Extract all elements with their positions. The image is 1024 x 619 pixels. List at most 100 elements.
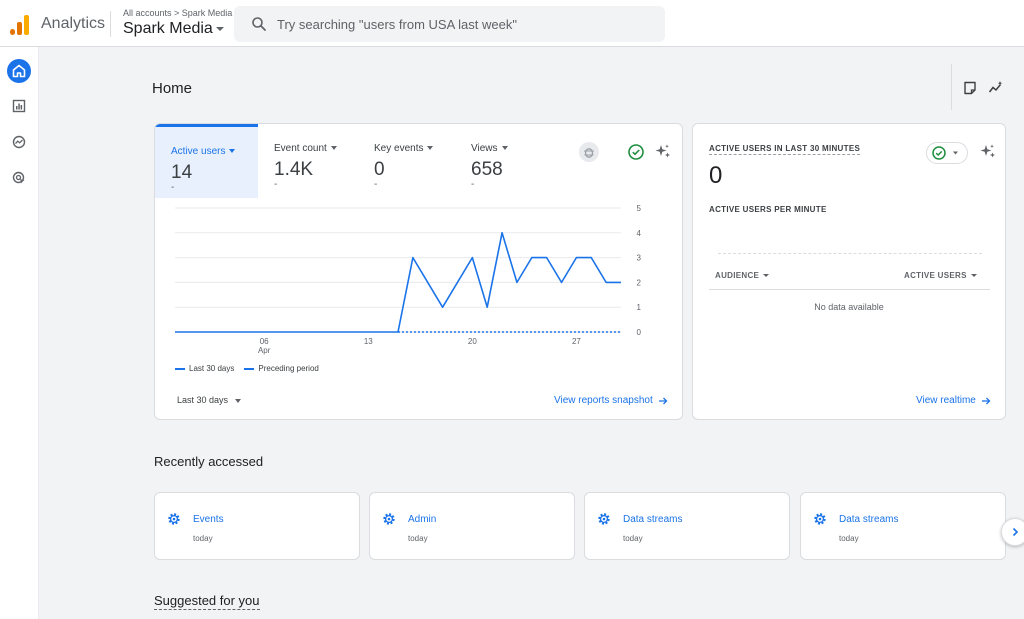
column-label: ACTIVE USERS [904,271,967,280]
link-label: View realtime [916,395,976,406]
x-tick-label: 27 [572,337,581,346]
recent-card-admin[interactable]: Admin today [369,492,575,560]
date-range-label: Last 30 days [177,395,229,405]
search-input[interactable] [277,14,647,34]
metric-value: 14 [171,162,193,183]
recent-time: today [839,534,859,543]
audience-column-header[interactable]: AUDIENCE [715,271,770,280]
recent-label: Data streams [839,514,899,525]
nav-explore[interactable] [7,130,31,154]
active-users-line-chart: 0 1 2 3 4 5 06Apr 13 20 27 [175,204,642,355]
y-tick-label: 0 [637,328,642,337]
legend-swatch-dashed [244,367,255,370]
home-icon [12,64,26,78]
legend-swatch-solid [175,367,185,370]
check-circle-icon[interactable] [626,142,646,162]
empty-state: No data available [814,302,884,312]
chevron-right-icon [1012,527,1019,537]
carousel-next-button[interactable] [1001,518,1024,546]
metric-value: 1.4K [274,159,314,180]
settings-gear-icon [383,513,395,525]
x-tick-label: 13 [364,337,373,346]
search-icon [252,17,266,31]
account-breadcrumb[interactable]: All accounts > Spark Media [123,8,232,18]
recent-card-data-streams[interactable]: Data streams today [584,492,790,560]
recently-accessed-title: Recently accessed [154,454,264,469]
recent-label: Data streams [623,514,683,525]
metric-change: - [274,179,278,190]
recent-label: Events [193,514,224,525]
arrow-right-icon [658,397,668,404]
x-tick-label: Apr [258,346,271,355]
chevron-down-icon [235,398,242,403]
reports-icon [12,99,26,113]
check-circle-icon [932,146,958,160]
suggested-for-you-title[interactable]: Suggested for you [154,593,260,610]
divider [110,11,111,37]
insights-icon[interactable] [988,80,1004,96]
metric-value: 658 [471,159,503,180]
property-name: Spark Media [123,20,213,37]
recent-label: Admin [408,514,437,525]
metric-tab-key-events[interactable]: Key events 0 - [358,124,455,198]
view-realtime-link[interactable]: View realtime [916,395,991,406]
chevron-down-icon [501,146,508,151]
legend-item-previous: Preceding period [244,364,319,373]
sparkle-icon[interactable] [653,142,673,162]
x-tick-label: 20 [468,337,477,346]
divider [709,289,990,290]
x-tick-label: 06 [260,337,269,346]
sparkle-icon[interactable] [978,142,998,162]
chevron-down-icon [970,274,977,277]
legend-label: Preceding period [258,364,319,373]
metric-tab-active-users[interactable]: Active users 14 - [155,124,258,198]
metric-tab-views[interactable]: Views 658 - [455,124,545,198]
notes-icon[interactable] [962,80,978,96]
metric-label: Active users [171,146,226,157]
recent-card-events[interactable]: Events today [154,492,360,560]
recent-time: today [408,534,428,543]
nav-reports[interactable] [7,94,31,118]
nav-advertising[interactable] [7,166,31,190]
bug-icon[interactable] [579,142,599,162]
chevron-down-icon [215,26,224,31]
explore-icon [12,135,26,149]
chevron-down-icon [427,146,434,151]
recent-card-data-streams[interactable]: Data streams today [800,492,1006,560]
divider [951,64,952,110]
column-label: AUDIENCE [715,271,760,280]
property-selector[interactable]: Spark Media [123,20,224,38]
chevron-down-icon [763,274,770,277]
top-bar: Analytics All accounts > Spark Media Spa… [0,0,1024,47]
realtime-title[interactable]: ACTIVE USERS IN LAST 30 MINUTES [709,144,861,155]
left-nav-rail [0,47,39,619]
settings-gear-icon [598,513,610,525]
realtime-value: 0 [709,162,723,189]
metric-change: - [374,179,378,190]
nav-home[interactable] [7,59,31,83]
analytics-logo-icon[interactable] [10,13,30,35]
settings-gear-icon [168,513,180,525]
app-name: Analytics [41,15,106,32]
y-tick-label: 3 [637,254,642,263]
y-tick-label: 1 [637,303,642,312]
realtime-subtitle: ACTIVE USERS PER MINUTE [709,205,827,214]
link-label: View reports snapshot [554,395,653,406]
active-users-column-header[interactable]: ACTIVE USERS [904,271,977,280]
metric-tab-event-count[interactable]: Event count 1.4K - [258,124,358,198]
metric-label: Event count [274,143,327,154]
legend-item-current: Last 30 days [175,364,234,373]
metric-label: Key events [374,143,424,154]
y-tick-label: 2 [637,278,642,287]
search-bar[interactable] [234,6,665,42]
chevron-down-icon [229,149,236,154]
status-dropdown[interactable] [926,142,968,164]
date-range-selector[interactable]: Last 30 days [177,395,242,405]
realtime-card: ACTIVE USERS IN LAST 30 MINUTES 0 ACTIVE… [692,123,1006,420]
view-reports-snapshot-link[interactable]: View reports snapshot [554,395,668,406]
chevron-down-icon [330,146,337,151]
y-tick-label: 4 [637,229,642,238]
chart-legend: Last 30 days Preceding period [175,364,319,373]
metric-value: 0 [374,159,385,180]
metric-label: Views [471,143,498,154]
